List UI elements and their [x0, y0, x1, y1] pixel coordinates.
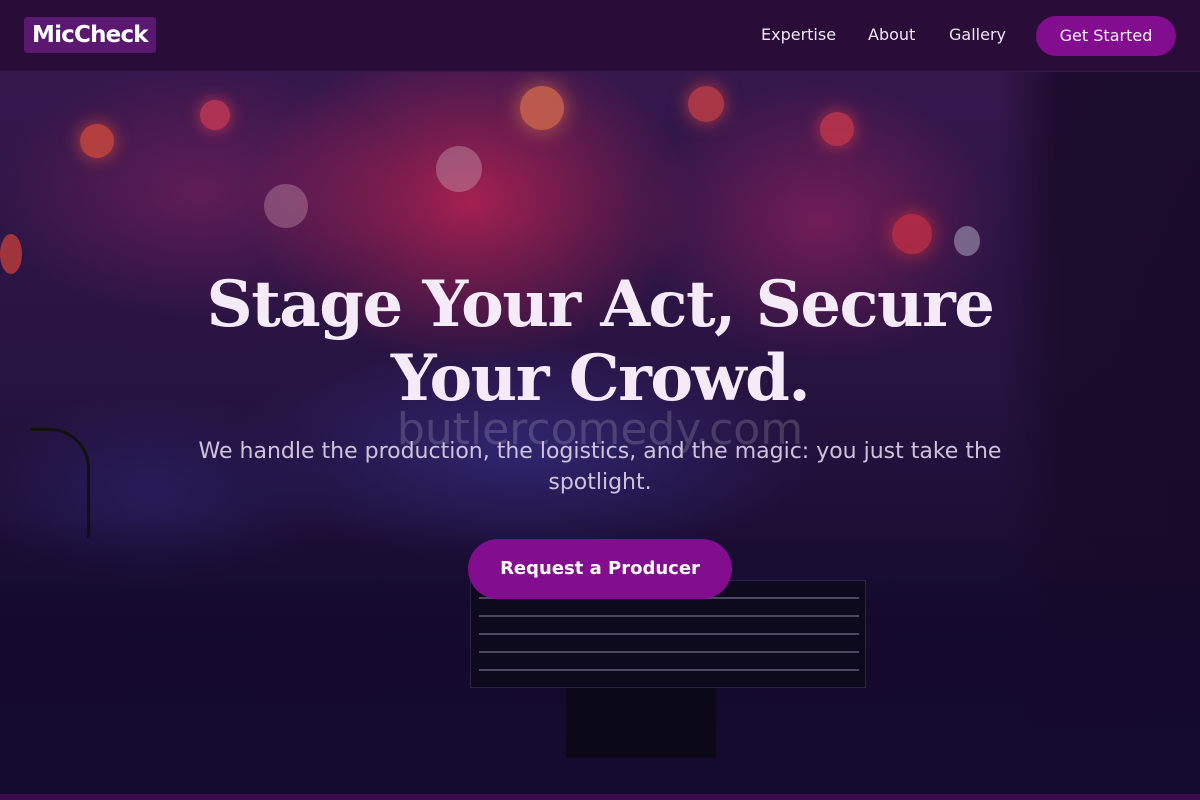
console-track [479, 651, 859, 653]
nav-link-gallery[interactable]: Gallery [949, 24, 1006, 46]
mixing-console-base [566, 688, 716, 758]
console-track [479, 633, 859, 635]
landing-page: MicCheck Expertise About Gallery Get Sta… [0, 0, 1200, 800]
nav-link-about[interactable]: About [868, 24, 915, 46]
hero-subtitle: We handle the production, the logistics,… [198, 439, 1002, 495]
get-started-button[interactable]: Get Started [1036, 16, 1176, 56]
bottom-edge [0, 794, 1200, 800]
nav-link-expertise[interactable]: Expertise [761, 24, 836, 46]
console-track [479, 669, 859, 671]
top-navbar: MicCheck Expertise About Gallery Get Sta… [0, 0, 1200, 72]
console-track [479, 615, 859, 617]
hero-title: Stage Your Act, Secure Your Crowd. [206, 267, 995, 416]
brand-logo[interactable]: MicCheck [24, 17, 156, 53]
request-producer-button[interactable]: Request a Producer [468, 539, 732, 599]
